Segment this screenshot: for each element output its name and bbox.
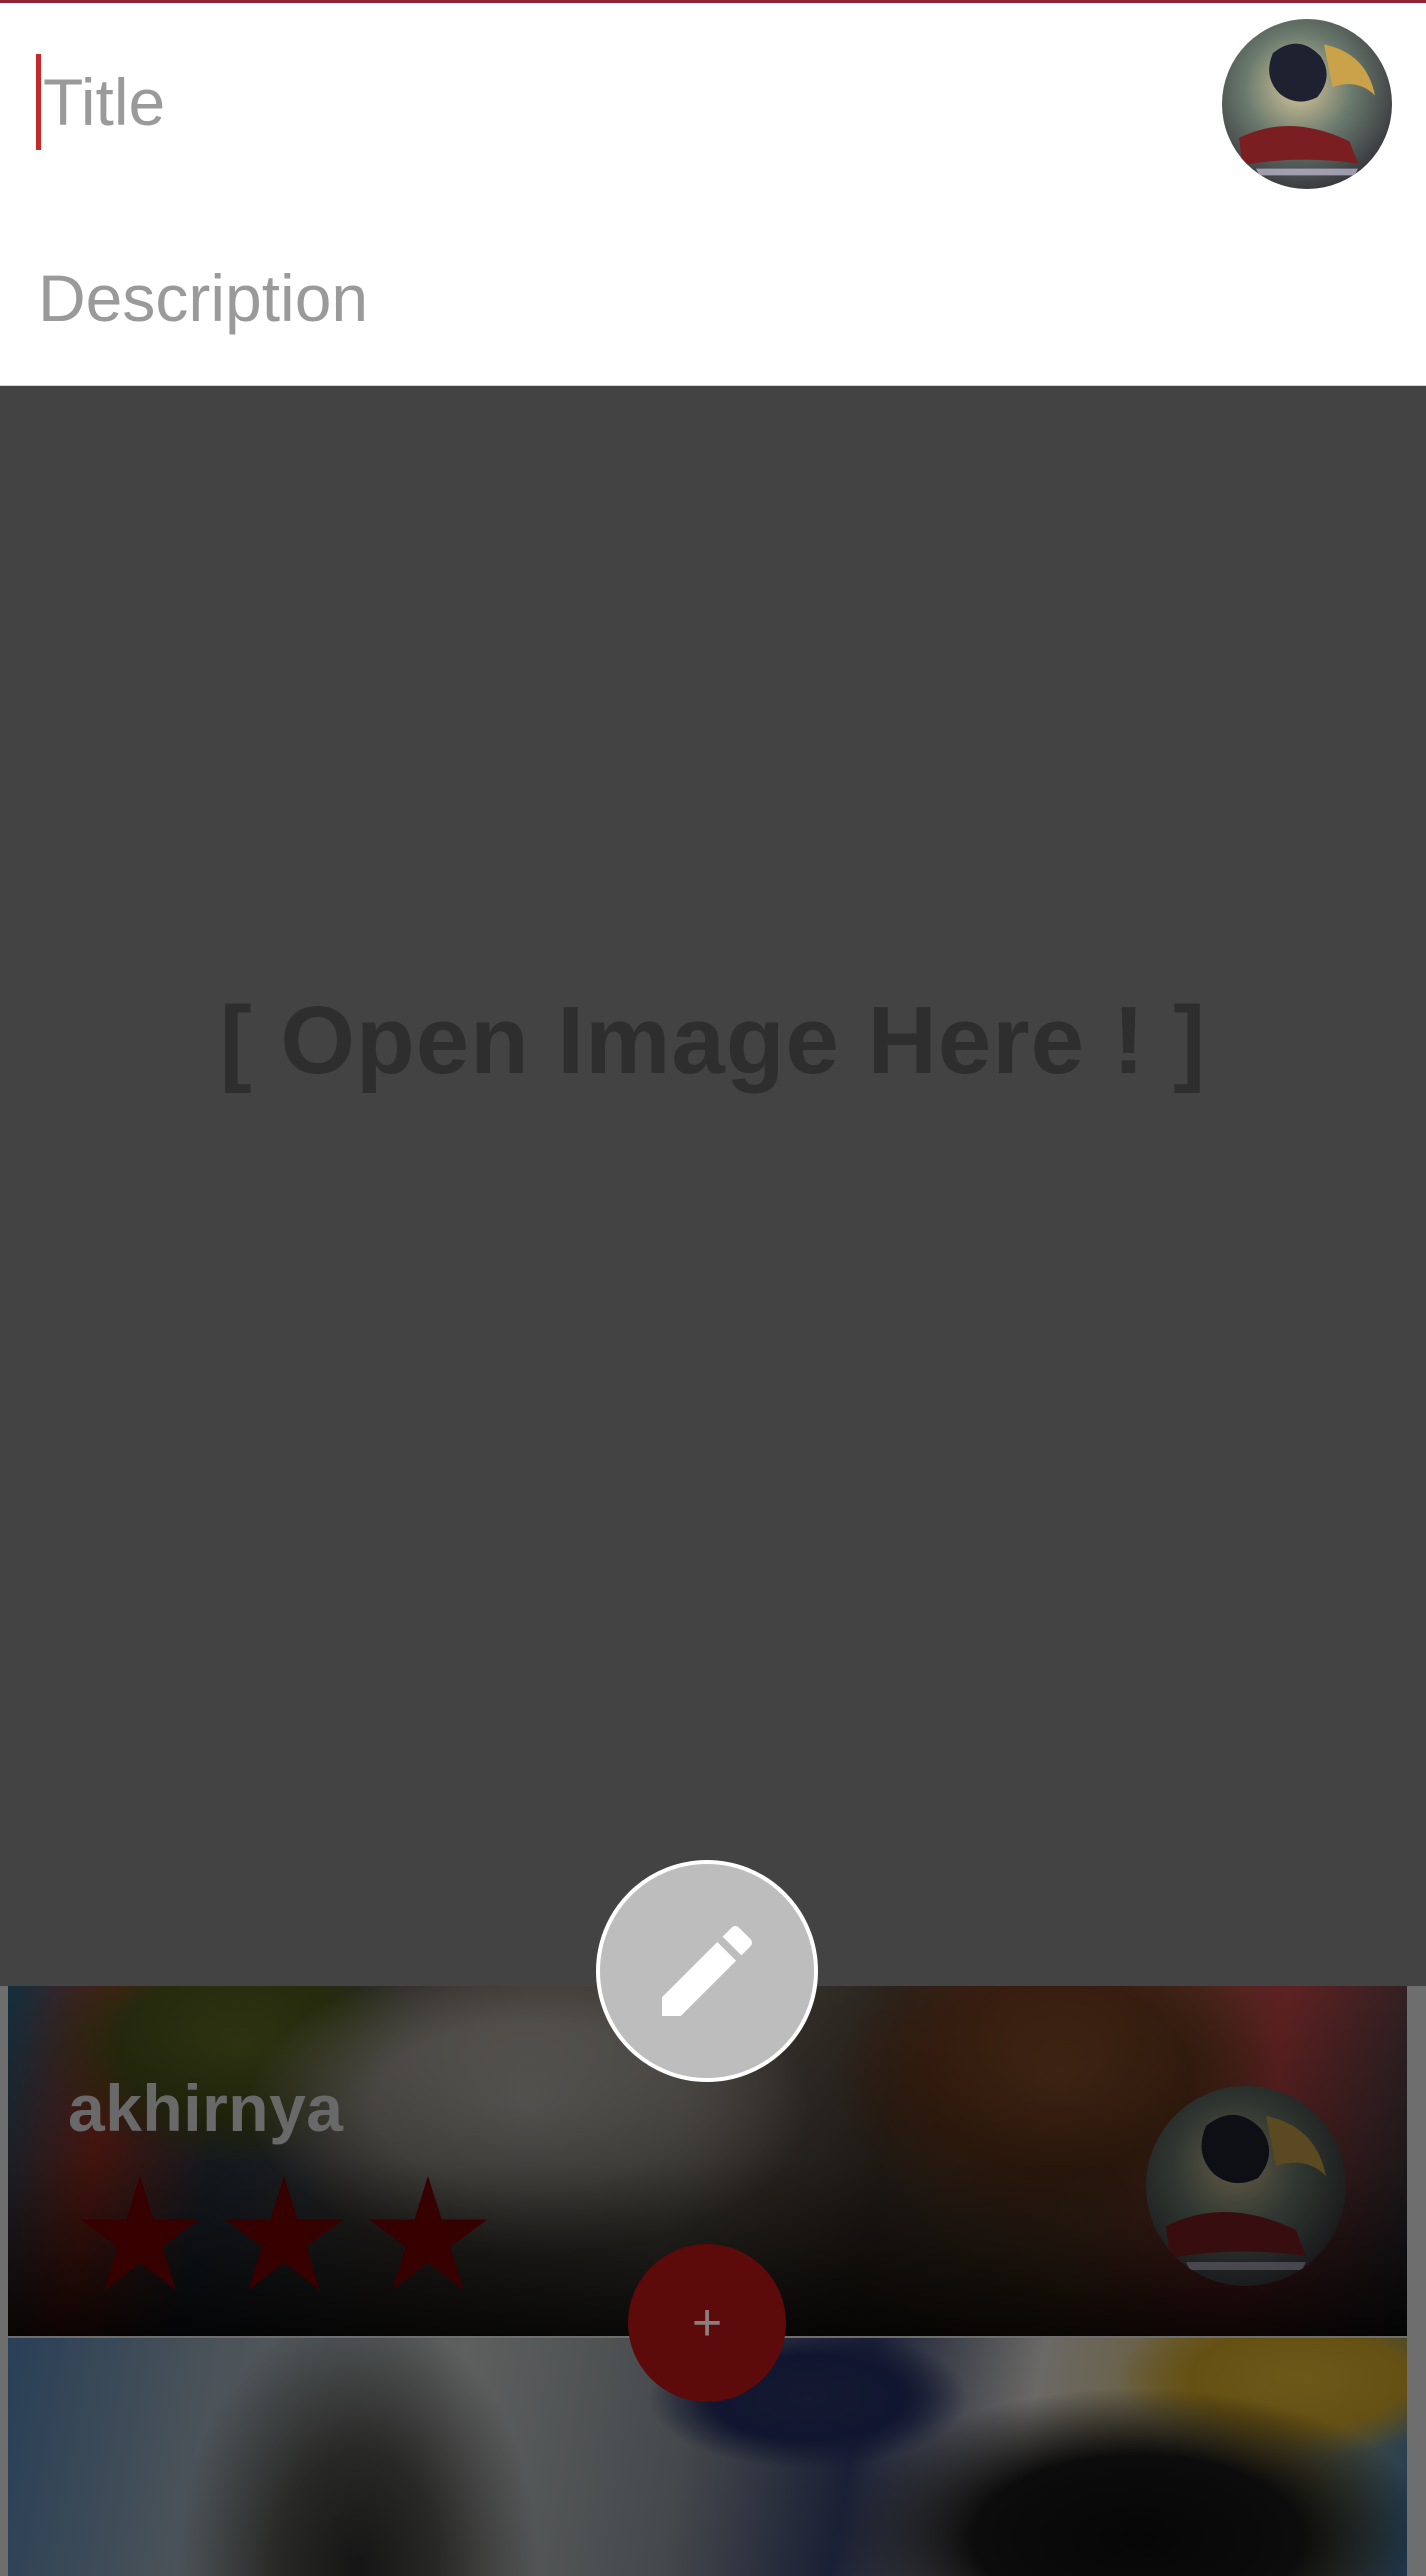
post-editor-dialog: [ Open Image Here ! ] — [0, 0, 1426, 1986]
pencil-icon — [662, 1925, 753, 2016]
user-avatar-icon[interactable] — [1222, 19, 1392, 189]
image-placeholder-text: [ Open Image Here ! ] — [219, 987, 1207, 1094]
title-row — [36, 47, 1196, 157]
title-input[interactable] — [43, 64, 1143, 140]
image-picker-area[interactable]: [ Open Image Here ! ] — [0, 386, 1426, 1986]
add-post-button[interactable]: + — [628, 2244, 786, 2402]
text-cursor — [36, 54, 41, 150]
edit-button[interactable] — [596, 1860, 818, 2082]
plus-icon: + — [691, 2294, 723, 2352]
dialog-header — [0, 0, 1426, 386]
description-input[interactable] — [38, 243, 1338, 353]
